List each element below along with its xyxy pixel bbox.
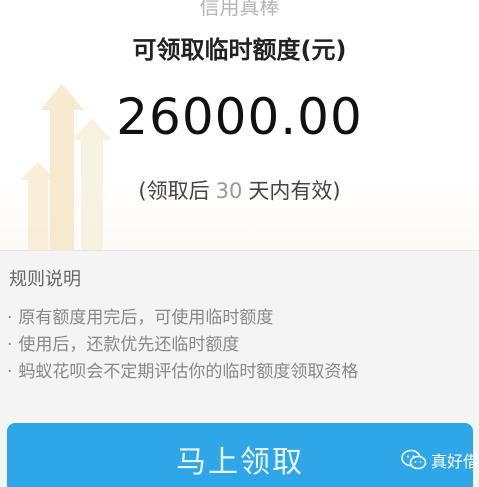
rule-item: · 蚂蚁花呗会不定期评估你的临时额度领取资格 [7,361,358,388]
validity-prefix: (领取后 [138,179,210,203]
rule-text: 使用后，还款优先还临时额度 [18,335,240,355]
bullet: · [7,362,13,382]
rule-item: · 原有额度用完后，可使用临时额度 [7,307,358,334]
temporary-quota-page: 信用真棒 可领取临时额度(元) 26000.00 (领取后 30 天内有效) 规则说… [0,0,479,487]
partial-header-text: 信用真棒 [199,0,280,19]
wechat-icon [401,449,427,470]
watermark-text: 真好借 [430,452,479,471]
watermark: 真好借 [401,448,479,472]
quota-title: 可领取临时额度(元) [132,36,347,64]
quota-amount: 26000.00 [116,88,363,146]
rule-item: · 使用后，还款优先还临时额度 [7,334,358,361]
quota-validity: (领取后 30 天内有效) [0,175,479,205]
rules-list: · 原有额度用完后，可使用临时额度 · 使用后，还款优先还临时额度 · 蚂蚁花呗会不定… [7,307,358,388]
rule-text: 蚂蚁花呗会不定期评估你的临时额度领取资格 [18,362,359,382]
validity-suffix: 天内有效) [248,179,341,203]
rules-title: 规则说明 [9,269,81,290]
rule-text: 原有额度用完后，可使用临时额度 [18,308,274,328]
bullet: · [7,308,13,328]
quota-card: 信用真棒 可领取临时额度(元) 26000.00 (领取后 30 天内有效) [0,0,479,250]
bullet: · [7,335,13,355]
validity-days: 30 [215,179,243,203]
